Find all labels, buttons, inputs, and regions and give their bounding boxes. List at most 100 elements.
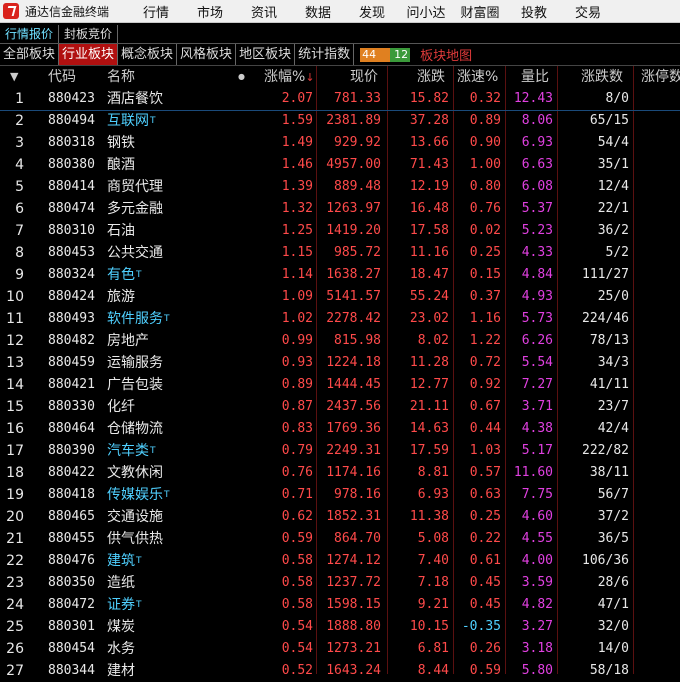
- table-row[interactable]: 3 880318 钢铁 1.49 929.92 13.66 0.90 6.93 54/4: [0, 132, 680, 154]
- table-row[interactable]: 16 880464 仓储物流 0.83 1769.36 14.63 0.44 4.38 42/4: [0, 418, 680, 440]
- cell-change: 37.28: [409, 113, 449, 128]
- tab-region-sectors[interactable]: 地区板块: [236, 44, 296, 65]
- table-row[interactable]: 19 880418 传媒娱乐T 0.71 978.16 6.93 0.63 7.75 56/7: [0, 484, 680, 506]
- menu-item-wealth[interactable]: 财富圈: [453, 2, 507, 21]
- cell-change: 7.40: [417, 553, 449, 568]
- sector-name: 钢铁: [107, 135, 135, 151]
- column-header-up-down-count[interactable]: 涨跌数: [581, 66, 623, 88]
- column-header-limit-up-count[interactable]: 涨停数: [641, 66, 680, 88]
- table-row[interactable]: 9 880324 有色T 1.14 1638.27 18.47 0.15 4.84 111/27: [0, 264, 680, 286]
- cell-price: 1274.12: [326, 553, 381, 568]
- cell-vr: 12.43: [513, 91, 553, 106]
- tab-style-sectors[interactable]: 风格板块: [177, 44, 237, 65]
- table-row[interactable]: 15 880330 化纤 0.87 2437.56 21.11 0.67 3.71 23/7: [0, 396, 680, 418]
- tab-auction[interactable]: 封板竞价: [59, 25, 119, 43]
- cell-price: 929.92: [334, 135, 381, 150]
- cell-no: 11: [6, 311, 24, 327]
- column-dot-icon: ●: [238, 72, 245, 81]
- table-row[interactable]: 5 880414 商贸代理 1.39 889.48 12.19 0.80 6.08 12/4: [0, 176, 680, 198]
- column-header-price[interactable]: 现价: [350, 66, 378, 88]
- table-row[interactable]: 18 880422 文教休闲 0.76 1174.16 8.81 0.57 11.60 38/1…: [0, 462, 680, 484]
- cell-counts: 111/27: [582, 267, 629, 282]
- table-row[interactable]: 22 880476 建筑T 0.58 1274.12 7.40 0.61 4.00 106/36: [0, 550, 680, 572]
- cell-change: 5.08: [417, 531, 449, 546]
- table-row[interactable]: 13 880459 运输服务 0.93 1224.18 11.28 0.72 5.54 34/3: [0, 352, 680, 374]
- table-row[interactable]: 12 880482 房地产 0.99 815.98 8.02 1.22 6.26 78/13: [0, 330, 680, 352]
- table-row[interactable]: 1 880423 酒店餐饮 2.07 781.33 15.82 0.32 12.43 8/0: [0, 88, 680, 111]
- cell-speed: 0.32: [469, 91, 501, 106]
- cell-pct: 1.02: [281, 311, 313, 326]
- cell-counts: 34/3: [597, 355, 629, 370]
- cell-counts: 42/4: [597, 421, 629, 436]
- table-row[interactable]: 27 880344 建材 0.52 1643.24 8.44 0.59 5.80 58/18: [0, 660, 680, 682]
- cell-no: 22: [6, 553, 24, 569]
- cell-speed: 0.67: [469, 399, 501, 414]
- tab-concept-sectors[interactable]: 概念板块: [118, 44, 178, 65]
- cell-code: 880424: [48, 289, 95, 304]
- table-row[interactable]: 8 880453 公共交通 1.15 985.72 11.16 0.25 4.33 5/2: [0, 242, 680, 264]
- table-row[interactable]: 24 880472 证券T 0.58 1598.15 9.21 0.45 4.82 47/1: [0, 594, 680, 616]
- column-header-volume-ratio[interactable]: 量比: [521, 66, 549, 88]
- table-row[interactable]: 4 880380 酿酒 1.46 4957.00 71.43 1.00 6.63 35/1: [0, 154, 680, 176]
- cell-code: 880453: [48, 245, 95, 260]
- cell-vr: 4.84: [521, 267, 553, 282]
- tab-industry-sectors[interactable]: 行业板块: [59, 44, 119, 65]
- menu-item-education[interactable]: 投教: [507, 2, 561, 21]
- menu-item-news[interactable]: 资讯: [237, 2, 291, 21]
- table-row[interactable]: 7 880310 石油 1.25 1419.20 17.58 0.02 5.23 36/2: [0, 220, 680, 242]
- table-row[interactable]: 26 880454 水务 0.54 1273.21 6.81 0.26 3.18 14/0: [0, 638, 680, 660]
- sector-name: 水务: [107, 641, 135, 657]
- table-row[interactable]: 14 880421 广告包装 0.89 1444.45 12.77 0.92 7.27 41/1…: [0, 374, 680, 396]
- cell-name: 公共交通: [107, 242, 237, 264]
- menu-dropdown-icon[interactable]: ▼: [10, 66, 18, 88]
- cell-speed: 0.02: [469, 223, 501, 238]
- cell-speed: -0.35: [461, 619, 501, 634]
- cell-name: 传媒娱乐T: [107, 484, 237, 506]
- cell-name: 运输服务: [107, 352, 237, 374]
- column-header-change[interactable]: 涨跌: [417, 66, 445, 88]
- column-header-code[interactable]: 代码: [48, 66, 76, 88]
- table-row[interactable]: 21 880455 供气供热 0.59 864.70 5.08 0.22 4.55 36/5: [0, 528, 680, 550]
- table-row[interactable]: 2 880494 互联网T 1.59 2381.89 37.28 0.89 8.06 65/15: [0, 110, 680, 132]
- menu-item-quotes[interactable]: 行情: [129, 2, 183, 21]
- cell-counts: 36/2: [597, 223, 629, 238]
- cell-pct: 0.58: [281, 575, 313, 590]
- menu-item-trade[interactable]: 交易: [561, 2, 615, 21]
- column-header-pct[interactable]: 涨幅%↓: [264, 66, 315, 88]
- column-header-name[interactable]: 名称: [107, 66, 135, 88]
- cell-change: 21.11: [409, 399, 449, 414]
- table-row[interactable]: 11 880493 软件服务T 1.02 2278.42 23.02 1.16 5.73 224…: [0, 308, 680, 330]
- tab-statistics-index[interactable]: 统计指数: [295, 44, 355, 65]
- cell-code: 880301: [48, 619, 95, 634]
- table-row[interactable]: 17 880390 汽车类T 0.79 2249.31 17.59 1.03 5.17 222/…: [0, 440, 680, 462]
- table-row[interactable]: 10 880424 旅游 1.09 5141.57 55.24 0.37 4.93 25/0: [0, 286, 680, 308]
- cell-vr: 7.27: [521, 377, 553, 392]
- table-row[interactable]: 25 880301 煤炭 0.54 1888.80 10.15 -0.35 3.27 32/0: [0, 616, 680, 638]
- cell-price: 1643.24: [326, 663, 381, 678]
- sector-map-link[interactable]: 板块地图: [420, 45, 472, 64]
- cell-speed: 0.80: [469, 179, 501, 194]
- tab-quotes[interactable]: 行情报价: [0, 25, 60, 43]
- menu-item-discover[interactable]: 发现: [345, 2, 399, 21]
- cell-change: 8.81: [417, 465, 449, 480]
- table-row[interactable]: 23 880350 造纸 0.58 1237.72 7.18 0.45 3.59 28/6: [0, 572, 680, 594]
- cell-pct: 1.15: [281, 245, 313, 260]
- cell-change: 71.43: [409, 157, 449, 172]
- cell-speed: 0.37: [469, 289, 501, 304]
- sector-name: 广告包装: [107, 377, 163, 393]
- menu-item-data[interactable]: 数据: [291, 2, 345, 21]
- cell-name: 煤炭: [107, 616, 237, 638]
- tab-all-sectors[interactable]: 全部板块: [0, 44, 60, 65]
- column-header-speed[interactable]: 涨速%: [457, 66, 498, 88]
- menu-item-ask[interactable]: 问小达: [399, 2, 453, 21]
- cell-vr: 5.80: [521, 663, 553, 678]
- sector-name: 公共交通: [107, 245, 163, 261]
- cell-speed: 0.57: [469, 465, 501, 480]
- cell-pct: 1.09: [281, 289, 313, 304]
- menu-item-market[interactable]: 市场: [183, 2, 237, 21]
- table-row[interactable]: 6 880474 多元金融 1.32 1263.97 16.48 0.76 5.37 22/1: [0, 198, 680, 220]
- table-row[interactable]: 20 880465 交通设施 0.62 1852.31 11.38 0.25 4.60 37/2: [0, 506, 680, 528]
- cell-code: 880330: [48, 399, 95, 414]
- cell-code: 880464: [48, 421, 95, 436]
- cell-price: 1224.18: [326, 355, 381, 370]
